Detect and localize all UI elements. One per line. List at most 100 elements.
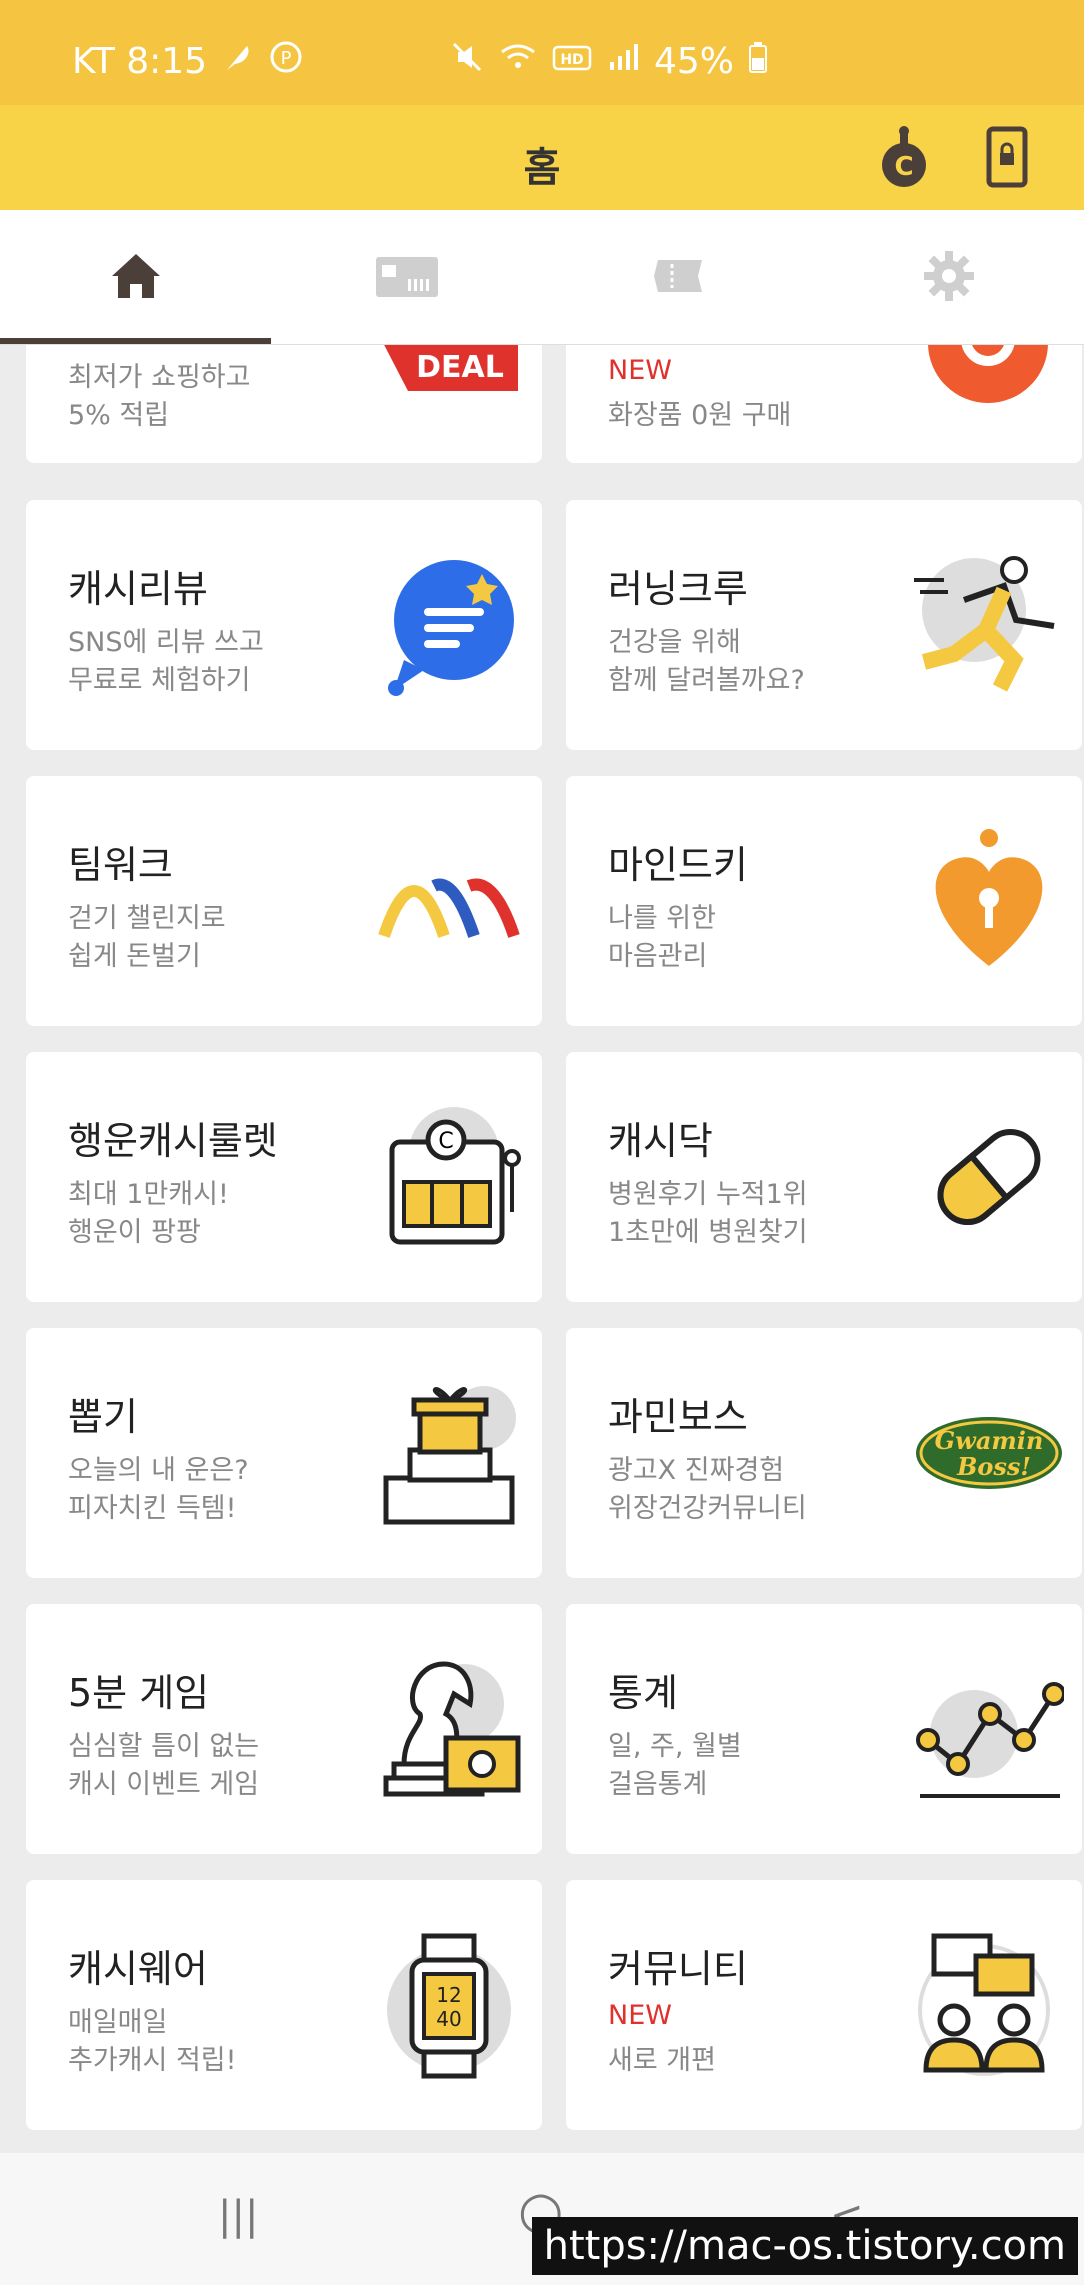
card-mindkey[interactable]: 마인드키 나를 위한 마음관리: [566, 776, 1082, 1026]
card-cosmetics[interactable]: NEW 화장품 0원 구매: [566, 345, 1082, 463]
tab-giftcard[interactable]: [271, 210, 542, 345]
community-icon: [904, 1930, 1064, 2080]
card-line: 병원후기 누적1위: [608, 1179, 808, 1210]
card-line: 함께 달려볼까요?: [608, 665, 805, 696]
card-cash-review[interactable]: 캐시리뷰 SNS에 리뷰 쓰고 무료로 체험하기: [26, 500, 542, 750]
status-bar: KT 8:15 P HD 45%: [0, 0, 1084, 105]
card-line: 최대 1만캐시!: [68, 1179, 229, 1210]
signal-icon: [606, 40, 640, 83]
system-nav-bar: ||| ○ < https://mac-os.tistory.com: [0, 2153, 1084, 2285]
slot-machine-icon: C: [374, 1102, 524, 1252]
card-line: 매일매일: [68, 2007, 168, 2038]
card-line: 마음관리: [608, 941, 708, 972]
svg-text:Boss!: Boss!: [956, 1452, 1031, 1481]
wifi-icon: [498, 40, 538, 83]
gift-boxes-icon: [374, 1378, 524, 1528]
recent-apps-button[interactable]: |||: [218, 2193, 258, 2239]
card-line: 5% 적립: [68, 400, 170, 431]
card-running-crew[interactable]: 러닝크루 건강을 위해 함께 달려볼까요?: [566, 500, 1082, 750]
card-community[interactable]: 커뮤니티 NEW 새로 개편: [566, 1880, 1082, 2130]
tab-ticket[interactable]: [542, 210, 813, 345]
card-line: 화장품 0원 구매: [608, 400, 792, 431]
card-5min-game[interactable]: 5분 게임 심심할 틈이 없는 캐시 이벤트 게임: [26, 1604, 542, 1854]
feather-icon: [221, 40, 255, 83]
card-line: 위장건강커뮤니티: [608, 1493, 807, 1524]
card-gwamin-boss[interactable]: 과민보스 광고X 진짜경험 위장건강커뮤니티 Gwamin Boss!: [566, 1328, 1082, 1578]
card-line: 새로 개편: [608, 2045, 716, 2076]
tab-settings[interactable]: [813, 210, 1084, 345]
feature-grid: 최저가 쇼핑하고 5% 적립 DEAL NEW 화장품 0원 구매 캐시리뷰 S…: [0, 345, 1084, 2153]
card-title: 행운캐시룰렛: [68, 1119, 278, 1163]
app-bar: 홈 C: [0, 105, 1084, 210]
tab-indicator: [0, 338, 271, 344]
new-badge: NEW: [608, 355, 672, 386]
battery-icon: [748, 40, 768, 83]
card-line: 심심할 틈이 없는: [68, 1731, 260, 1762]
card-line: 캐시 이벤트 게임: [68, 1769, 260, 1800]
line-chart-icon: [914, 1654, 1066, 1804]
pill-icon: [914, 1102, 1064, 1252]
card-statistics[interactable]: 통계 일, 주, 월별 걸음통계: [566, 1604, 1082, 1854]
mute-icon: [450, 40, 484, 83]
tab-home[interactable]: [0, 210, 271, 345]
card-title: 통계: [608, 1671, 678, 1715]
card-title: 캐시웨어: [68, 1947, 208, 1991]
card-line: SNS에 리뷰 쓰고: [68, 627, 264, 658]
svg-text:Gwamin: Gwamin: [935, 1426, 1044, 1455]
card-deal[interactable]: 최저가 쇼핑하고 5% 적립 DEAL: [26, 345, 542, 463]
svg-text:DEAL: DEAL: [416, 350, 504, 385]
new-badge: NEW: [608, 2000, 672, 2031]
runner-icon: [904, 550, 1064, 700]
chat-review-icon: [374, 550, 524, 700]
svg-text:C: C: [894, 152, 913, 182]
p-badge-icon: P: [269, 40, 303, 83]
watermark: https://mac-os.tistory.com: [531, 2217, 1078, 2275]
card-cashdoc[interactable]: 캐시닥 병원후기 누적1위 1초만에 병원찾기: [566, 1052, 1082, 1302]
hd-icon: HD: [552, 41, 592, 82]
card-cashwear[interactable]: 캐시웨어 매일매일 추가캐시 적립! 12 40: [26, 1880, 542, 2130]
card-title: 커뮤니티: [608, 1947, 748, 1991]
card-line: 광고X 진짜경험: [608, 1455, 785, 1486]
gear-icon: [922, 249, 976, 307]
deal-tag-icon: DEAL: [378, 345, 518, 393]
card-title: 캐시닥: [608, 1119, 713, 1163]
watch-minute: 40: [436, 2007, 461, 2031]
svg-text:HD: HD: [560, 52, 583, 68]
card-line: 피자치킨 득템!: [68, 1493, 237, 1524]
card-line: 건강을 위해: [608, 627, 741, 658]
card-lucky-roulette[interactable]: 행운캐시룰렛 최대 1만캐시! 행운이 팡팡 C: [26, 1052, 542, 1302]
svg-text:C: C: [438, 1129, 453, 1154]
chess-knight-icon: [374, 1654, 524, 1804]
gwamin-boss-logo-icon: Gwamin Boss!: [914, 1413, 1064, 1493]
carrier-time: KT 8:15: [72, 41, 208, 82]
cash-character-icon[interactable]: C: [872, 125, 936, 189]
smartwatch-icon: 12 40: [374, 1930, 524, 2080]
card-title: 마인드키: [608, 843, 748, 887]
card-teamwork[interactable]: 팀워크 걷기 챌린지로 쉽게 돈벌기: [26, 776, 542, 1026]
card-line: 걷기 챌린지로: [68, 903, 226, 934]
gift-card-icon: [374, 251, 440, 305]
svg-text:P: P: [281, 48, 292, 69]
teamwork-arcs-icon: [374, 826, 524, 976]
lock-phone-icon[interactable]: [985, 125, 1029, 189]
tab-bar: [0, 210, 1084, 345]
card-title: 뽑기: [68, 1395, 138, 1439]
card-line: 걸음통계: [608, 1769, 708, 1800]
card-line: 추가캐시 적립!: [68, 2045, 237, 2076]
home-icon: [108, 248, 164, 308]
orange-gear-icon: [928, 345, 1048, 403]
ticket-icon: [650, 256, 706, 300]
card-line: 오늘의 내 운은?: [68, 1455, 249, 1486]
watch-hour: 12: [436, 1983, 461, 2007]
card-title: 5분 게임: [68, 1671, 210, 1715]
card-line: 행운이 팡팡: [68, 1217, 201, 1248]
card-line: 쉽게 돈벌기: [68, 941, 201, 972]
card-gacha[interactable]: 뽑기 오늘의 내 운은? 피자치킨 득템!: [26, 1328, 542, 1578]
card-title: 과민보스: [608, 1395, 748, 1439]
card-line: 1초만에 병원찾기: [608, 1217, 808, 1248]
card-line: 무료로 체험하기: [68, 665, 251, 696]
card-line: 일, 주, 월별: [608, 1731, 742, 1762]
card-title: 캐시리뷰: [68, 567, 208, 611]
card-title: 러닝크루: [608, 567, 748, 611]
card-line: 최저가 쇼핑하고: [68, 362, 251, 393]
